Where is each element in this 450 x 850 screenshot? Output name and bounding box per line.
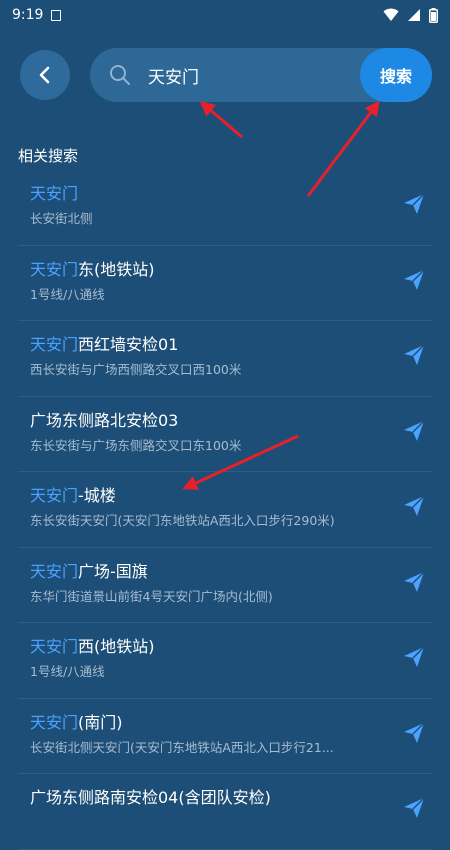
- item-title-highlight: 天安门: [30, 712, 79, 732]
- results-list: 天安门 长安街北侧 天安门东(地铁站) 1号线/八通线 天安门西红墙安检01 西…: [18, 170, 432, 850]
- paper-plane-icon[interactable]: [402, 570, 426, 594]
- paper-plane-icon[interactable]: [402, 494, 426, 518]
- list-item[interactable]: 天安门东(地铁站) 1号线/八通线: [18, 246, 432, 321]
- item-title-rest: (南门): [78, 712, 123, 732]
- item-title-rest: 广场东侧路南安检04(含团队安检): [30, 788, 271, 807]
- item-title: 天安门西红墙安检01: [30, 331, 178, 355]
- item-subtitle: 东长安街天安门(天安门东地铁站A西北入口步行290米): [30, 513, 335, 528]
- item-title: 广场东侧路北安检03: [30, 407, 178, 431]
- list-item[interactable]: 广场东侧路北安检03 东长安街与广场东侧路交叉口东100米: [18, 397, 432, 472]
- item-title: 天安门: [30, 180, 78, 204]
- item-subtitle: 1号线/八通线: [30, 664, 105, 679]
- back-button[interactable]: [20, 50, 70, 100]
- item-title: 天安门西(地铁站): [30, 633, 155, 657]
- item-title: 天安门(南门): [30, 709, 123, 733]
- item-title-highlight: 天安门: [30, 259, 79, 279]
- status-time: 9:19: [12, 7, 44, 23]
- item-subtitle: 东华门街道景山前街4号天安门广场内(北侧): [30, 588, 273, 604]
- item-title-rest: 东(地铁站): [78, 259, 155, 279]
- item-title: 天安门东(地铁站): [30, 256, 155, 280]
- item-subtitle: 长安街北侧: [30, 211, 93, 226]
- chevron-left-icon: [39, 66, 50, 84]
- list-item[interactable]: 天安门(南门) 长安街北侧天安门(天安门东地铁站A西北入口步行21...: [18, 699, 432, 774]
- status-bar: 9:19: [0, 0, 450, 30]
- search-box: 搜索: [90, 48, 432, 102]
- search-row: 搜索: [0, 40, 450, 112]
- list-item[interactable]: 天安门西红墙安检01 西长安街与广场西侧路交叉口西100米: [18, 321, 432, 397]
- list-item[interactable]: 天安门-城楼 东长安街天安门(天安门东地铁站A西北入口步行290米): [18, 472, 432, 548]
- item-title-highlight: 天安门: [30, 335, 79, 354]
- item-subtitle: 东长安街与广场东侧路交叉口东100米: [30, 437, 242, 453]
- item-title: 天安门广场-国旗: [30, 558, 148, 582]
- paper-plane-icon[interactable]: [402, 343, 426, 367]
- item-subtitle: 西长安街与广场西侧路交叉口西100米: [30, 362, 242, 377]
- paper-plane-icon[interactable]: [402, 721, 426, 745]
- notification-icon: [51, 9, 62, 21]
- list-item[interactable]: 天安门西(地铁站) 1号线/八通线: [18, 623, 432, 699]
- item-title: 广场东侧路南安检04(含团队安检): [30, 784, 271, 808]
- paper-plane-icon[interactable]: [402, 645, 426, 669]
- search-input[interactable]: [148, 60, 348, 90]
- status-right: [383, 7, 438, 23]
- item-title-highlight: 天安门: [30, 637, 79, 656]
- section-title: 相关搜索: [18, 147, 79, 165]
- battery-icon: [429, 7, 438, 23]
- list-item[interactable]: 天安门 长安街北侧: [18, 170, 432, 246]
- item-title-highlight: 天安门: [30, 486, 79, 505]
- item-title-rest: -城楼: [78, 486, 116, 505]
- item-title-highlight: 天安门: [30, 184, 79, 203]
- paper-plane-icon[interactable]: [402, 192, 426, 216]
- paper-plane-icon[interactable]: [402, 268, 426, 292]
- item-subtitle: 长安街北侧天安门(天安门东地铁站A西北入口步行21...: [30, 739, 334, 755]
- paper-plane-icon[interactable]: [402, 419, 426, 443]
- item-title-highlight: 天安门: [30, 561, 79, 581]
- search-icon: [110, 65, 130, 85]
- list-item[interactable]: 广场东侧路南安检04(含团队安检): [18, 774, 432, 850]
- status-left: 9:19: [12, 7, 62, 23]
- item-title-rest: 西(地铁站): [78, 637, 155, 656]
- wifi-icon: [383, 8, 399, 21]
- search-button[interactable]: 搜索: [360, 48, 432, 102]
- item-title: 天安门-城楼: [30, 482, 116, 506]
- item-subtitle: 1号线/八通线: [30, 286, 105, 302]
- list-item[interactable]: 天安门广场-国旗 东华门街道景山前街4号天安门广场内(北侧): [18, 548, 432, 623]
- item-title-rest: 广场-国旗: [78, 561, 148, 581]
- signal-icon: [408, 9, 420, 21]
- item-title-rest: 西红墙安检01: [78, 335, 179, 354]
- item-title-rest: 广场东侧路北安检03: [30, 410, 179, 430]
